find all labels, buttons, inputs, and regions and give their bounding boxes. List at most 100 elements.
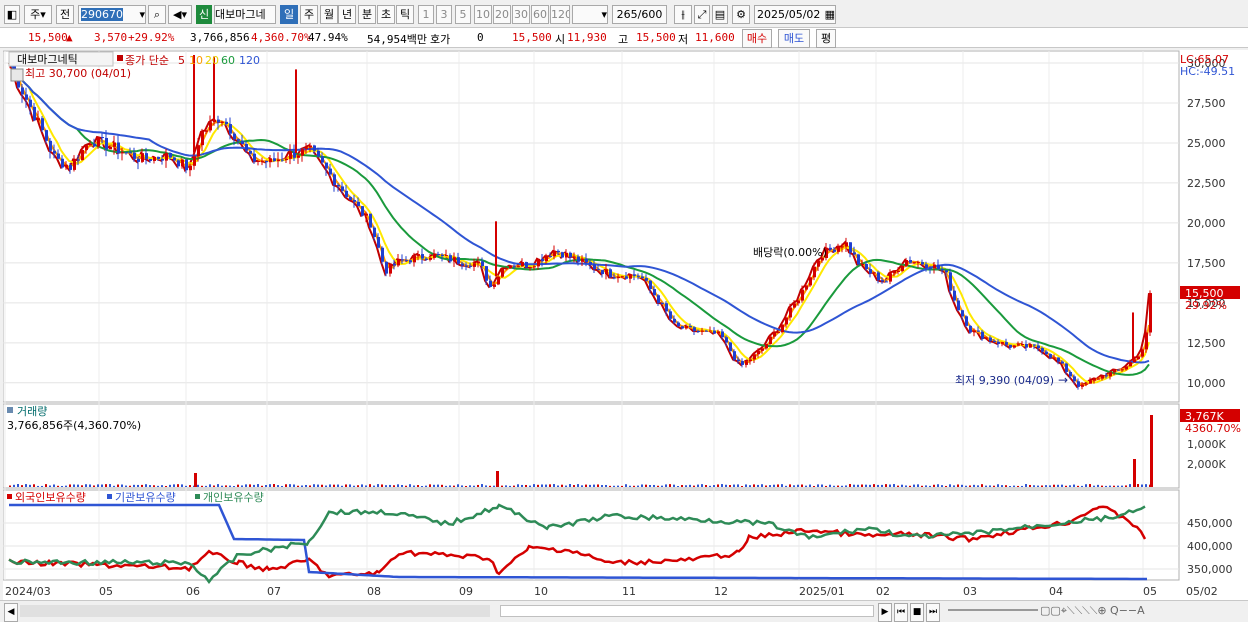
candle-body <box>1145 332 1148 350</box>
volume-bar <box>893 484 895 487</box>
compare-button[interactable]: 전 <box>56 5 74 24</box>
num-1[interactable]: 1 <box>418 5 434 24</box>
buy-button[interactable]: 매수 <box>742 29 772 48</box>
candle-body <box>857 254 860 265</box>
candle-body <box>613 277 616 279</box>
candle-body <box>985 337 988 339</box>
candle-body <box>101 137 104 139</box>
volume-bar <box>229 485 231 487</box>
volume-bar <box>441 484 443 487</box>
num-20[interactable]: 20 <box>493 5 511 24</box>
volume-bar <box>949 484 951 487</box>
volume-bar <box>65 485 67 487</box>
volume-bar <box>1141 484 1143 487</box>
num-60[interactable]: 60 <box>531 5 549 24</box>
volume-bar <box>597 484 599 487</box>
candle-body <box>961 310 964 317</box>
sell-button[interactable]: 매도 <box>778 29 810 48</box>
volume-bar <box>1093 485 1095 487</box>
forward-icon[interactable]: ⏭ <box>926 603 940 622</box>
gear-icon[interactable]: ⚙ <box>732 5 750 24</box>
volume-bar <box>45 484 47 487</box>
volume-bar <box>469 485 471 487</box>
stop-icon[interactable]: ■ <box>910 603 924 622</box>
candle-body <box>721 331 724 338</box>
layout-icon[interactable]: ◧ <box>4 5 20 24</box>
volume-bar <box>1005 485 1007 487</box>
candle-body <box>677 322 680 327</box>
price-tick-label: 22,500 <box>1187 177 1226 190</box>
candle-body <box>925 264 928 268</box>
volume-bar <box>1057 484 1059 487</box>
num-10[interactable]: 10 <box>474 5 492 24</box>
candle-body <box>725 337 728 343</box>
chart-area[interactable]: 30,000 27,500 25,000 22,500 20,000 17,500 15,0… <box>2 50 1248 603</box>
candle-body <box>445 255 448 257</box>
volume-bar <box>93 485 95 487</box>
scroll-track[interactable] <box>20 605 490 617</box>
tab-minute[interactable]: 분 <box>358 5 376 24</box>
volume-bar <box>661 485 663 487</box>
num-3[interactable]: 3 <box>436 5 452 24</box>
volume-bar <box>805 485 807 487</box>
candle-body <box>265 160 268 163</box>
volume-bar <box>121 484 123 487</box>
num-5[interactable]: 5 <box>455 5 471 24</box>
crosshair-icon[interactable]: ⤢ <box>694 5 710 24</box>
tool-icons[interactable]: ▢▢⌖⟍⟍⟍⟍⊕ Q−−A <box>1040 604 1145 618</box>
num-120[interactable]: 120 <box>550 5 570 24</box>
candle-body <box>617 277 620 279</box>
candle-body <box>357 201 360 207</box>
volume-bar <box>945 485 947 487</box>
scroll-left-icon[interactable]: ◀ <box>4 603 18 622</box>
tab-year[interactable]: 년 <box>338 5 356 24</box>
candle-body <box>573 256 576 258</box>
holding-tick-label: 400,000 <box>1187 540 1233 553</box>
candle-icon[interactable]: ⫲ <box>674 5 692 24</box>
volume-bar <box>257 484 259 487</box>
rewind-icon[interactable]: ⏮ <box>894 603 908 622</box>
flat-button[interactable]: 평 <box>816 29 836 48</box>
candle-body <box>297 155 300 158</box>
candle-body <box>165 153 168 161</box>
tab-tick[interactable]: 틱 <box>396 5 414 24</box>
zoom-slider[interactable] <box>948 609 1038 611</box>
calculator-icon[interactable] <box>10 68 24 82</box>
period-select[interactable]: 주▾ <box>24 5 52 24</box>
candle-body <box>797 300 800 304</box>
stock-name-field[interactable]: 대보마그네 <box>214 5 276 24</box>
legend-stock-name: 대보마그네틱 <box>17 53 78 66</box>
tab-month[interactable]: 월 <box>320 5 338 24</box>
code-input[interactable]: 290670 ▾ <box>78 5 146 24</box>
candle-body <box>109 146 112 150</box>
candle-body <box>805 285 808 290</box>
scroll-right-icon[interactable]: ▶ <box>878 603 892 622</box>
low-arrow-icon: → <box>1058 373 1068 387</box>
save-icon[interactable]: ▤ <box>712 5 728 24</box>
speaker-icon[interactable]: ◀▾ <box>168 5 192 24</box>
date-field[interactable]: 2025/05/02 ▦ <box>754 5 836 24</box>
candle-body <box>37 118 40 121</box>
trade-amount: 54,954백만 <box>367 33 427 46</box>
volume-bar <box>1013 485 1015 487</box>
count-field[interactable]: 265/600 <box>612 5 667 24</box>
volume-bar <box>61 485 63 487</box>
candle-body <box>749 359 752 362</box>
candle-body <box>373 227 376 237</box>
candle-body <box>861 263 864 265</box>
num-30[interactable]: 30 <box>512 5 530 24</box>
legend-institution: 기관보유수량 <box>115 491 176 504</box>
sin-badge[interactable]: 신 <box>196 5 212 24</box>
scroll-thumb[interactable] <box>500 605 874 617</box>
tab-second[interactable]: 초 <box>377 5 395 24</box>
tab-day[interactable]: 일 <box>280 5 298 24</box>
tab-week[interactable]: 주 <box>300 5 318 24</box>
candle-body <box>457 257 460 264</box>
candle-body <box>1073 376 1076 382</box>
candle-body <box>729 342 732 352</box>
search-icon[interactable]: ⌕ <box>148 5 166 24</box>
candle-body <box>1061 361 1064 364</box>
volume-bar <box>641 484 643 487</box>
volume-bar <box>997 484 999 487</box>
custom-period-select[interactable]: ▾ <box>572 5 608 24</box>
